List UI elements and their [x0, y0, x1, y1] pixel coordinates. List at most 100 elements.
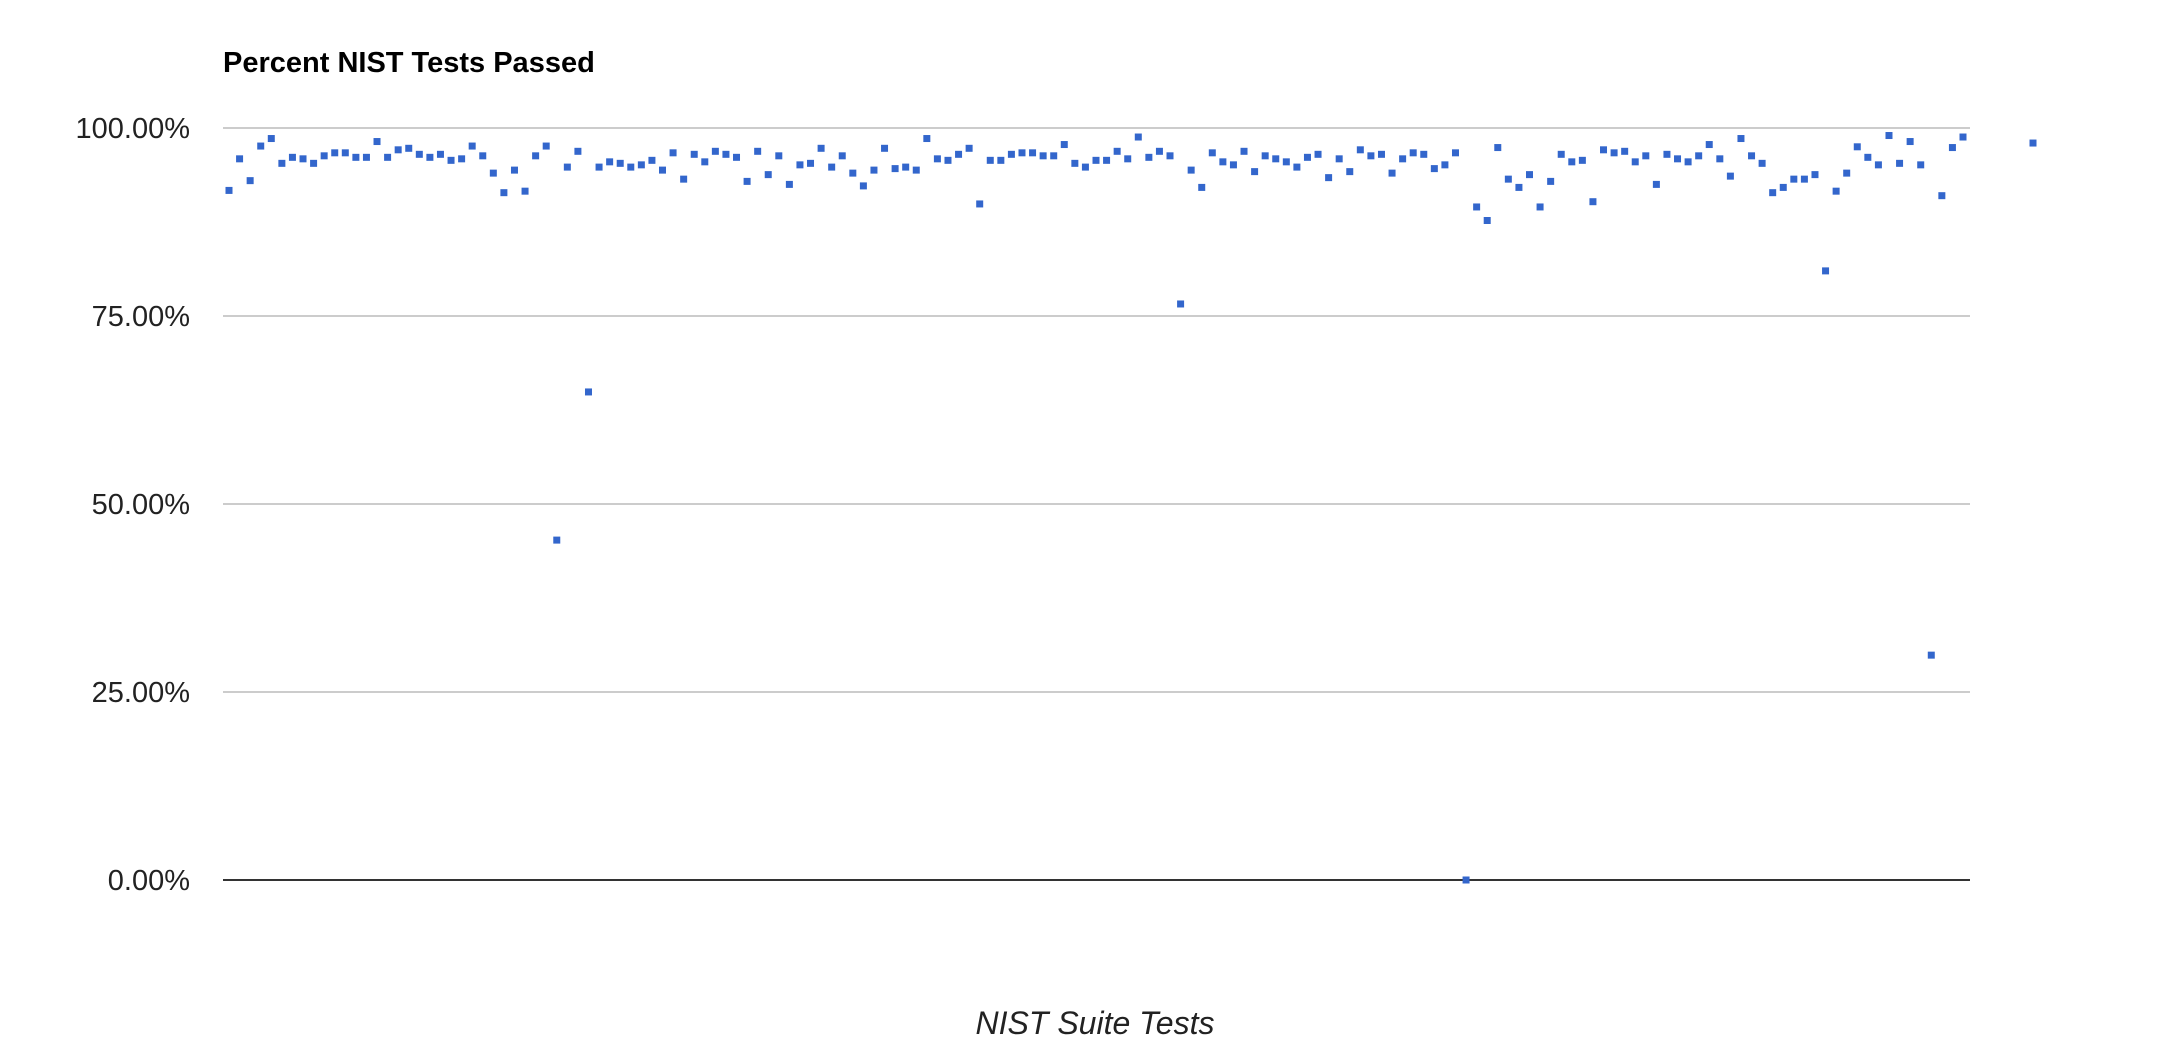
data-point [1208, 149, 1216, 157]
data-point [1515, 183, 1523, 191]
data-point [1906, 138, 1914, 146]
data-point [870, 166, 878, 174]
data-point [701, 158, 709, 166]
data-point [1399, 155, 1407, 163]
data-point [616, 159, 624, 167]
data-point [669, 149, 677, 157]
data-point [1325, 174, 1333, 182]
data-point [257, 142, 265, 150]
data-point [1166, 152, 1174, 160]
data-point [1811, 171, 1819, 179]
data-point [1441, 161, 1449, 169]
data-point [246, 177, 254, 185]
data-point [902, 163, 910, 171]
data-point [436, 150, 444, 158]
data-point [299, 155, 307, 163]
scatter-chart: Percent NIST Tests Passed 0.00% 25.00% 50.… [76, 47, 2037, 1041]
data-point [1420, 150, 1428, 158]
data-point [659, 166, 666, 174]
data-point [362, 153, 370, 161]
data-point [828, 163, 836, 171]
y-tick-label: 75.00% [92, 301, 190, 333]
data-point [384, 153, 392, 161]
data-point [606, 158, 614, 166]
data-point [1050, 152, 1058, 160]
data-point [722, 150, 730, 158]
data-point [881, 144, 889, 152]
data-point [1822, 267, 1830, 275]
data-point [807, 159, 815, 167]
data-point [1557, 150, 1565, 158]
data-point [849, 169, 857, 177]
data-point [1388, 169, 1396, 177]
data-point [1885, 132, 1893, 140]
data-point [532, 152, 540, 160]
data-point [574, 147, 582, 155]
data-point [320, 152, 328, 160]
data-point [1261, 152, 1269, 160]
data-point [1578, 156, 1586, 164]
data-point [405, 144, 413, 152]
data-point [341, 149, 349, 157]
data-point [1187, 166, 1195, 174]
data-point [1674, 155, 1682, 163]
data-point [1272, 155, 1280, 163]
data-point [1240, 147, 1248, 155]
data-point [1853, 143, 1861, 151]
data-point [1039, 152, 1047, 160]
data-point [1430, 165, 1438, 173]
data-point [500, 189, 508, 197]
data-point [976, 200, 984, 208]
data-point [944, 156, 952, 164]
data-point [955, 150, 963, 158]
data-point [838, 152, 846, 160]
data-point [1483, 217, 1491, 224]
data-point [1526, 171, 1533, 179]
data-point [1335, 155, 1343, 163]
data-point [817, 144, 825, 152]
data-point [1113, 147, 1121, 155]
data-point [690, 150, 698, 158]
data-point [1367, 152, 1375, 160]
data-point [1029, 149, 1037, 157]
data-point [278, 159, 286, 167]
data-point [1843, 169, 1851, 177]
data-point [1536, 203, 1544, 211]
data-point [1695, 152, 1703, 160]
data-point [1642, 152, 1650, 160]
data-point [1896, 159, 1904, 167]
data-point [648, 156, 656, 164]
data-point [415, 150, 423, 158]
data-point [1917, 161, 1925, 169]
data-point [1589, 198, 1597, 206]
data-point [1071, 159, 1079, 167]
data-point [1748, 152, 1756, 160]
data-point [1177, 300, 1185, 308]
chart-title: Percent NIST Tests Passed [223, 47, 595, 79]
data-point [1134, 133, 1142, 141]
y-tick-label: 100.00% [76, 113, 191, 145]
data-point [426, 153, 434, 161]
data-point [352, 153, 360, 161]
data-point [1356, 146, 1364, 154]
data-point [1377, 150, 1385, 158]
data-point [1081, 163, 1089, 171]
data-point [1092, 156, 1100, 164]
data-point [1621, 147, 1629, 155]
data-point [1663, 150, 1671, 158]
x-axis-title: NIST Suite Tests [976, 1005, 1215, 1041]
data-point [1229, 161, 1237, 169]
data-point [1800, 175, 1808, 183]
data-point [1346, 168, 1354, 176]
data-point [733, 153, 741, 161]
data-point [986, 156, 994, 164]
data-point [1684, 158, 1692, 166]
data-point [1198, 183, 1206, 191]
data-point [1705, 141, 1713, 149]
data-point [775, 152, 783, 160]
data-point [331, 149, 339, 157]
data-point [2029, 139, 2037, 147]
data-point [1610, 149, 1618, 157]
y-tick-label: 0.00% [108, 865, 190, 897]
data-point [1473, 203, 1481, 211]
